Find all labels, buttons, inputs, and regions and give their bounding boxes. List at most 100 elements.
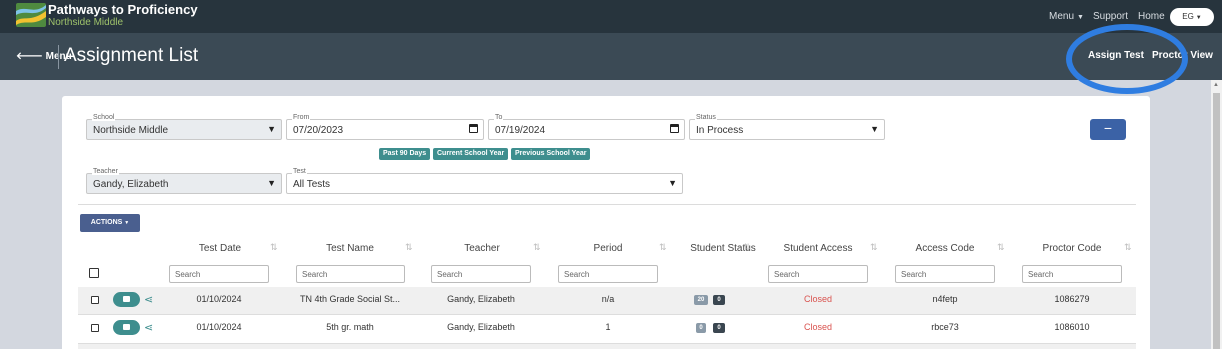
status-count-badge[interactable]: 20 bbox=[694, 295, 708, 305]
col-proctor-code[interactable]: Proctor Code bbox=[1022, 243, 1122, 254]
col-student-status[interactable]: Student Status bbox=[678, 243, 768, 254]
scrollbar-thumb[interactable] bbox=[1213, 93, 1220, 349]
teacher-value: Gandy, Elizabeth bbox=[93, 179, 169, 190]
cell-teacher: Gandy, Elizabeth bbox=[447, 294, 515, 304]
calendar-icon[interactable] bbox=[469, 124, 478, 133]
teacher-label: Teacher bbox=[92, 168, 119, 175]
search-proctor-code[interactable]: Search bbox=[1022, 265, 1122, 283]
to-label: To bbox=[494, 114, 504, 121]
school-subtitle: Northside Middle bbox=[48, 17, 124, 28]
status-value: In Process bbox=[696, 125, 744, 136]
sort-icon[interactable]: ⇅ bbox=[659, 242, 667, 253]
current-school-year-button[interactable]: Current School Year bbox=[433, 148, 509, 160]
cell-access-code: rbce73 bbox=[931, 322, 959, 332]
cell-test-date: 01/10/2024 bbox=[196, 294, 242, 304]
past-90-days-button[interactable]: Past 90 Days bbox=[379, 148, 431, 160]
sort-icon[interactable]: ⇅ bbox=[533, 242, 541, 253]
search-access-code[interactable]: Search bbox=[895, 265, 995, 283]
logo-icon bbox=[16, 3, 46, 27]
filter-divider bbox=[78, 204, 1136, 205]
table-row[interactable] bbox=[78, 344, 1136, 349]
sort-icon[interactable]: ⇅ bbox=[1124, 242, 1132, 253]
row-checkbox[interactable] bbox=[91, 296, 99, 304]
user-menu-button[interactable]: EG ▼ bbox=[1170, 8, 1214, 26]
status-count-badge[interactable]: 0 bbox=[713, 295, 725, 305]
actions-label: ACTIONS bbox=[90, 219, 123, 226]
col-access-code[interactable]: Access Code bbox=[895, 243, 995, 254]
from-value: 07/20/2023 bbox=[293, 125, 344, 136]
page-header: 🡐 Menu Assignment List Assign Test Proct… bbox=[0, 33, 1222, 80]
scroll-up-icon[interactable]: ▲ bbox=[1213, 82, 1219, 88]
cell-teacher: Gandy, Elizabeth bbox=[447, 322, 515, 332]
search-test-name[interactable]: Search bbox=[296, 265, 405, 283]
cell-proctor-code: 1086010 bbox=[1054, 322, 1090, 332]
header-divider bbox=[58, 45, 59, 69]
search-test-date[interactable]: Search bbox=[169, 265, 269, 283]
cell-period: n/a bbox=[601, 294, 615, 304]
collapse-filters-button[interactable]: − bbox=[1090, 119, 1126, 140]
chevron-down-icon: ▼ bbox=[267, 178, 276, 188]
cell-test-name[interactable]: TN 4th Grade Social St... bbox=[290, 294, 410, 304]
home-link[interactable]: Home bbox=[1138, 11, 1165, 22]
from-label: From bbox=[292, 114, 311, 121]
from-date-input[interactable]: 07/20/2023 bbox=[286, 119, 484, 140]
cell-test-date: 01/10/2024 bbox=[196, 322, 242, 332]
user-initials: EG bbox=[1182, 12, 1194, 21]
top-navbar: Pathways to Proficiency Northside Middle… bbox=[0, 0, 1222, 33]
chevron-down-icon: ▼ bbox=[1195, 15, 1202, 21]
calendar-icon[interactable] bbox=[670, 124, 679, 133]
test-value: All Tests bbox=[293, 179, 331, 190]
menu-dropdown[interactable]: Menu ▼ bbox=[1049, 11, 1084, 22]
teacher-select[interactable]: Gandy, Elizabeth ▼ bbox=[86, 173, 282, 194]
test-label: Test bbox=[292, 168, 307, 175]
school-label: School bbox=[92, 114, 116, 121]
page-title: Assignment List bbox=[64, 45, 199, 66]
select-all-checkbox[interactable] bbox=[89, 268, 99, 278]
to-value: 07/19/2024 bbox=[495, 125, 546, 136]
status-count-badge[interactable]: 0 bbox=[713, 323, 725, 333]
search-student-access[interactable]: Search bbox=[768, 265, 868, 283]
cell-proctor-code: 1086279 bbox=[1054, 294, 1090, 304]
folder-icon bbox=[123, 324, 130, 330]
col-period[interactable]: Period bbox=[558, 243, 658, 254]
cell-test-name[interactable]: 5th gr. math bbox=[290, 322, 410, 332]
open-assignment-button[interactable] bbox=[113, 292, 140, 307]
col-student-access[interactable]: Student Access bbox=[768, 243, 868, 254]
app-title: Pathways to Proficiency bbox=[48, 2, 198, 17]
row-checkbox[interactable] bbox=[91, 324, 99, 332]
chevron-down-icon: ▼ bbox=[267, 124, 276, 134]
chevron-down-icon: ▼ bbox=[870, 124, 879, 134]
chevron-down-icon: ▼ bbox=[668, 178, 677, 188]
school-value: Northside Middle bbox=[93, 125, 169, 136]
school-select[interactable]: Northside Middle ▼ bbox=[86, 119, 282, 140]
highlight-annotation bbox=[1066, 24, 1188, 94]
arrow-left-icon: 🡐 bbox=[16, 51, 43, 62]
status-label: Status bbox=[695, 114, 717, 121]
support-link[interactable]: Support bbox=[1093, 11, 1128, 22]
share-icon[interactable]: ⋖ bbox=[144, 293, 153, 306]
open-assignment-button[interactable] bbox=[113, 320, 140, 335]
sort-icon[interactable]: ⇅ bbox=[270, 242, 278, 253]
search-teacher[interactable]: Search bbox=[431, 265, 531, 283]
chevron-down-icon: ▼ bbox=[1077, 14, 1084, 21]
col-test-name[interactable]: Test Name bbox=[300, 243, 400, 254]
sort-icon[interactable]: ⇅ bbox=[405, 242, 413, 253]
sort-icon[interactable]: ⇅ bbox=[997, 242, 1005, 253]
test-select[interactable]: All Tests ▼ bbox=[286, 173, 683, 194]
col-test-date[interactable]: Test Date bbox=[170, 243, 270, 254]
cell-access-code: n4fetp bbox=[932, 294, 958, 304]
menu-label: Menu bbox=[1049, 11, 1075, 22]
col-teacher[interactable]: Teacher bbox=[432, 243, 532, 254]
sort-icon[interactable]: ⇅ bbox=[870, 242, 878, 253]
share-icon[interactable]: ⋖ bbox=[144, 321, 153, 334]
status-select[interactable]: In Process ▼ bbox=[689, 119, 885, 140]
search-period[interactable]: Search bbox=[558, 265, 658, 283]
cell-period: 1 bbox=[605, 322, 611, 332]
actions-dropdown-button[interactable]: ACTIONS ▼ bbox=[80, 214, 140, 232]
cell-student-access: Closed bbox=[803, 322, 832, 332]
status-count-badge[interactable]: 0 bbox=[696, 323, 706, 333]
to-date-input[interactable]: 07/19/2024 bbox=[488, 119, 685, 140]
previous-school-year-button[interactable]: Previous School Year bbox=[511, 148, 591, 160]
sort-icon[interactable]: ⇅ bbox=[743, 242, 751, 253]
chevron-down-icon: ▼ bbox=[124, 220, 130, 226]
